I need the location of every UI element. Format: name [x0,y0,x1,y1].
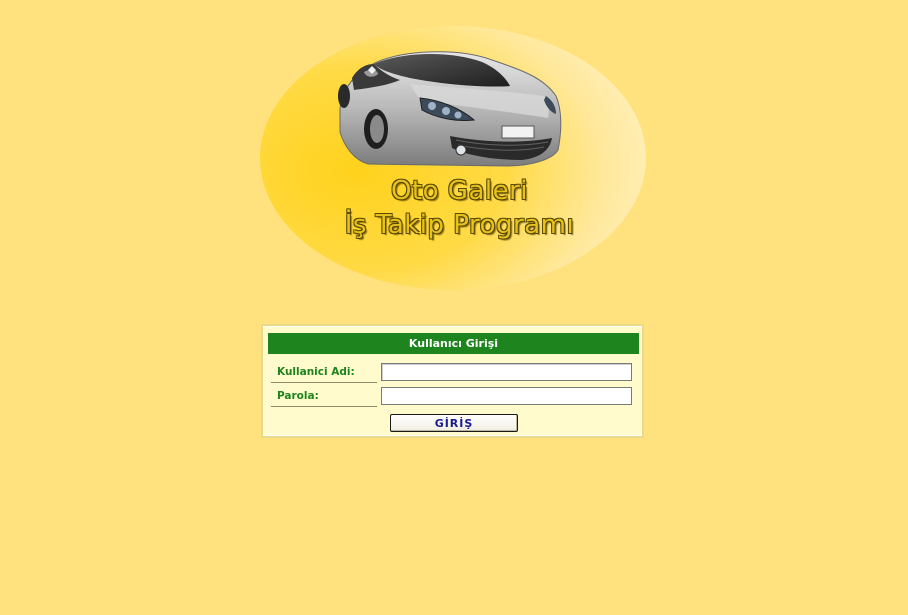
username-input[interactable] [381,363,632,381]
password-input[interactable] [381,387,632,405]
logo-title-line1: Oto Galeri [390,176,529,206]
car-logo-icon [260,26,646,290]
login-title: Kullanıcı Girişi [268,333,639,354]
password-label: Parola: [271,386,377,407]
app-logo: Oto Galeri İş Takip Programı [260,26,647,290]
login-page: Oto Galeri İş Takip Programı Kullanıcı G… [0,0,908,615]
logo-title-line2: İş Takip Programı [344,210,575,240]
login-panel: Kullanıcı Girişi Kullanici Adi: Parola: … [261,324,644,438]
login-submit-button[interactable]: GİRİŞ [390,414,518,432]
password-row: Parola: [271,386,633,408]
username-row: Kullanici Adi: [271,362,633,384]
username-label: Kullanici Adi: [271,362,377,383]
